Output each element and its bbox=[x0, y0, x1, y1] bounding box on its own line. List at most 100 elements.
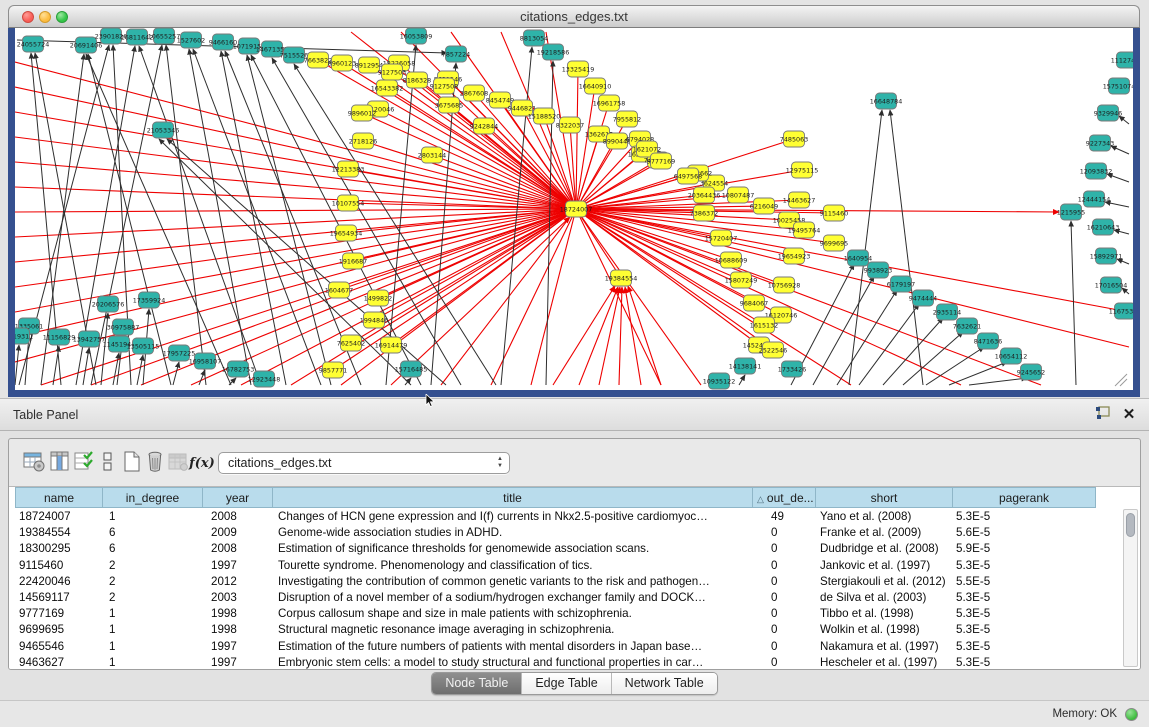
table-mode-icon[interactable] bbox=[21, 450, 47, 476]
table-row[interactable]: 977716911998Corpus callosum shape and si… bbox=[15, 606, 1120, 622]
table-cell[interactable]: Nakamura et al. (1997) bbox=[816, 639, 953, 655]
table-cell[interactable]: Wolkin et al. (1998) bbox=[816, 622, 953, 638]
graph-node[interactable]: 9857771 bbox=[319, 362, 347, 378]
table-cell[interactable]: 5.3E-5 bbox=[953, 558, 1096, 574]
minimize-window-button[interactable] bbox=[39, 11, 51, 23]
table-cell[interactable]: 2008 bbox=[203, 509, 273, 525]
graph-node[interactable]: 7485063 bbox=[780, 131, 808, 147]
citation-graph[interactable]: 2405572420691406239018261681164210655257… bbox=[15, 28, 1133, 390]
table-cell[interactable]: Franke et al. (2009) bbox=[816, 525, 953, 541]
graph-node[interactable]: 2803144 bbox=[418, 147, 446, 163]
table-cell[interactable]: Tibbo et al. (1998) bbox=[816, 606, 953, 622]
graph-node[interactable]: 9684067 bbox=[740, 295, 768, 311]
graph-node[interactable]: 10655257 bbox=[148, 28, 181, 44]
graph-node[interactable]: 17016504 bbox=[1095, 277, 1128, 293]
table-cell[interactable]: 2 bbox=[103, 590, 203, 606]
graph-node[interactable]: 2522546 bbox=[759, 342, 787, 358]
table-cell[interactable]: 2003 bbox=[203, 590, 273, 606]
graph-node[interactable]: 16053809 bbox=[400, 28, 433, 44]
table-row[interactable]: 2242004622012Investigating the contribut… bbox=[15, 574, 1120, 590]
import-table-icon[interactable] bbox=[165, 450, 191, 476]
graph-node[interactable]: 15807249 bbox=[725, 272, 758, 288]
table-row[interactable]: 1456911722003Disruption of a novel membe… bbox=[15, 590, 1120, 606]
graph-node[interactable]: 17359924 bbox=[133, 292, 166, 308]
graph-node[interactable]: 9227343 bbox=[1086, 135, 1114, 151]
table-cell[interactable]: 9463627 bbox=[15, 655, 103, 669]
table-cell[interactable]: 5.3E-5 bbox=[953, 606, 1096, 622]
graph-node[interactable]: 1994846 bbox=[360, 312, 388, 328]
graph-node[interactable]: 1604677 bbox=[325, 282, 353, 298]
table-cell[interactable]: 0 bbox=[753, 541, 816, 557]
graph-node[interactable]: 6497568 bbox=[674, 168, 702, 184]
table-cell[interactable]: 0 bbox=[753, 525, 816, 541]
table-cell[interactable]: 0 bbox=[753, 639, 816, 655]
network-canvas[interactable]: 2405572420691406239018261681164210655257… bbox=[15, 28, 1133, 390]
table-cell[interactable]: 14569117 bbox=[15, 590, 103, 606]
graph-node[interactable]: 11127433 bbox=[1111, 52, 1133, 68]
table-row[interactable]: 969969511998Structural magnetic resonanc… bbox=[15, 622, 1120, 638]
graph-node[interactable]: 8813054 bbox=[520, 30, 548, 46]
graph-node[interactable]: 7625402 bbox=[337, 335, 365, 351]
graph-node[interactable]: 12923448 bbox=[248, 371, 281, 387]
column-header-year[interactable]: year bbox=[203, 487, 273, 508]
table-cell[interactable]: 9115460 bbox=[15, 558, 103, 574]
table-cell[interactable]: 1998 bbox=[203, 622, 273, 638]
graph-node[interactable]: 16961758 bbox=[593, 95, 626, 111]
table-row[interactable]: 1872400712008Changes of HCN gene express… bbox=[15, 509, 1120, 525]
table-cell[interactable]: Estimation of the future numbers of pati… bbox=[273, 639, 753, 655]
graph-node[interactable]: 8322037 bbox=[556, 117, 584, 133]
table-cell[interactable]: 1998 bbox=[203, 606, 273, 622]
table-cell[interactable]: 1997 bbox=[203, 639, 273, 655]
table-cell[interactable]: 0 bbox=[753, 606, 816, 622]
graph-node[interactable]: 2718126 bbox=[349, 133, 377, 149]
table-cell[interactable]: Investigating the contribution of common… bbox=[273, 574, 753, 590]
table-cell[interactable]: 9777169 bbox=[15, 606, 103, 622]
table-cell[interactable]: 9465546 bbox=[15, 639, 103, 655]
table-cell[interactable]: 2008 bbox=[203, 541, 273, 557]
table-cell[interactable]: 5.3E-5 bbox=[953, 590, 1096, 606]
graph-node[interactable]: 12975115 bbox=[786, 162, 819, 178]
table-cell[interactable]: 1 bbox=[103, 509, 203, 525]
table-row[interactable]: 1938455462009Genome-wide association stu… bbox=[15, 525, 1120, 541]
table-cell[interactable]: Structural magnetic resonance image aver… bbox=[273, 622, 753, 638]
graph-node[interactable]: 14463627 bbox=[783, 192, 816, 208]
graph-node[interactable]: 20206576 bbox=[92, 296, 125, 312]
graph-node[interactable]: 1916687 bbox=[339, 253, 367, 269]
table-cell[interactable]: 1997 bbox=[203, 655, 273, 669]
table-cell[interactable]: 5.5E-5 bbox=[953, 574, 1096, 590]
graph-node[interactable]: 10807487 bbox=[722, 187, 755, 203]
table-cell[interactable]: Jankovic et al. (1997) bbox=[816, 558, 953, 574]
table-cell[interactable]: Embryonic stem cells: a model to study s… bbox=[273, 655, 753, 669]
graph-node[interactable]: 12444154 bbox=[1078, 191, 1111, 207]
graph-node[interactable]: 9777169 bbox=[647, 153, 675, 169]
graph-node[interactable]: 12093832 bbox=[1080, 163, 1113, 179]
graph-node[interactable]: 1499822 bbox=[364, 290, 392, 306]
table-cell[interactable]: Stergiakouli et al. (2012) bbox=[816, 574, 953, 590]
table-cell[interactable]: 0 bbox=[753, 655, 816, 669]
graph-node[interactable]: 9115460 bbox=[820, 205, 848, 221]
column-header-pagerank[interactable]: pagerank bbox=[953, 487, 1096, 508]
graph-node[interactable]: 2867608 bbox=[460, 85, 488, 101]
graph-node[interactable]: 10935122 bbox=[703, 373, 736, 389]
column-header-short[interactable]: short bbox=[816, 487, 953, 508]
table-row[interactable]: 1830029562008Estimation of significance … bbox=[15, 541, 1120, 557]
table-cell[interactable]: 0 bbox=[753, 590, 816, 606]
table-cell[interactable]: Yano et al. (2008) bbox=[816, 509, 953, 525]
table-scrollbar-thumb[interactable] bbox=[1126, 513, 1135, 537]
network-window-titlebar[interactable]: citations_edges.txt bbox=[8, 5, 1140, 28]
close-window-button[interactable] bbox=[22, 11, 34, 23]
graph-node[interactable]: 6179197 bbox=[887, 276, 915, 292]
graph-node[interactable]: 12213383 bbox=[332, 161, 365, 177]
table-cell[interactable]: 18724007 bbox=[15, 509, 103, 525]
graph-node[interactable]: 9699695 bbox=[820, 235, 848, 251]
table-row[interactable]: 946554611997Estimation of the future num… bbox=[15, 639, 1120, 655]
table-cell[interactable]: 2009 bbox=[203, 525, 273, 541]
tab-network-table[interactable]: Network Table bbox=[611, 673, 717, 694]
table-cell[interactable]: 5.9E-5 bbox=[953, 541, 1096, 557]
table-cell[interactable]: 2012 bbox=[203, 574, 273, 590]
table-cell[interactable]: 19384554 bbox=[15, 525, 103, 541]
show-columns-icon[interactable] bbox=[47, 450, 73, 476]
graph-node[interactable]: 15751074 bbox=[1103, 78, 1133, 94]
table-cell[interactable]: Disruption of a novel member of a sodium… bbox=[273, 590, 753, 606]
graph-node[interactable]: 1615132 bbox=[750, 317, 778, 333]
